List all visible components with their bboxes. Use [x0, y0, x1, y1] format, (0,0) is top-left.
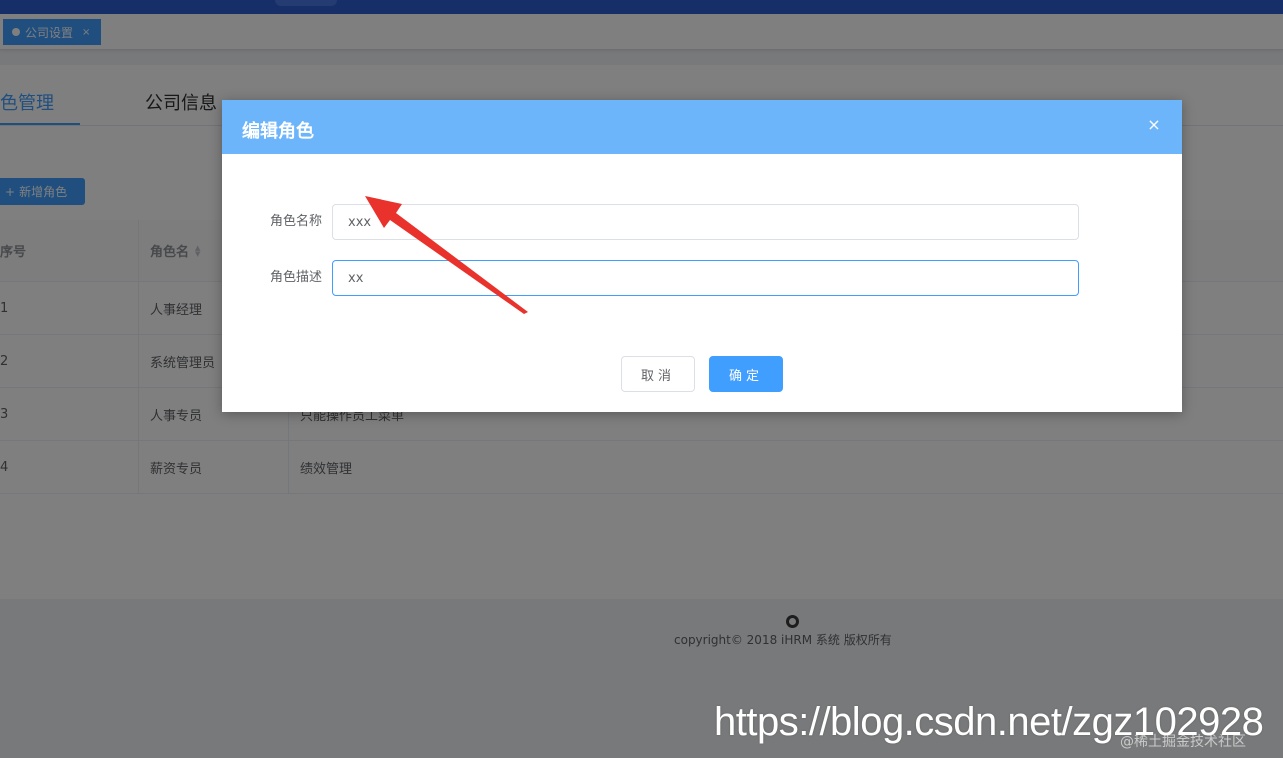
watermark-community: @稀土掘金技术社区 [1120, 734, 1246, 750]
confirm-button[interactable]: 确定 [709, 356, 783, 392]
form-item-role-name: 角色名称 [222, 204, 1182, 240]
cancel-button[interactable]: 取消 [621, 356, 695, 392]
role-name-input[interactable] [332, 204, 1079, 240]
edit-role-dialog: 编辑角色 × 角色名称 角色描述 取消 确定 [222, 100, 1182, 412]
form-item-role-description: 角色描述 [222, 260, 1182, 296]
dialog-title: 编辑角色 [242, 121, 314, 142]
role-description-label: 角色描述 [269, 270, 322, 285]
role-description-input[interactable] [332, 260, 1079, 296]
dialog-header: 编辑角色 × [222, 100, 1182, 154]
role-name-label: 角色名称 [269, 214, 322, 229]
close-icon[interactable]: × [1146, 117, 1162, 133]
